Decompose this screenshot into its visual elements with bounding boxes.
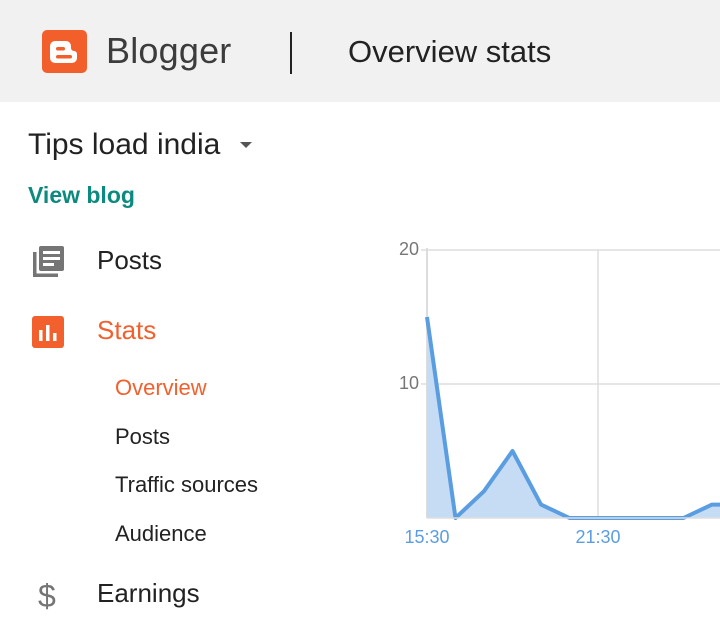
y-tick-label: 10 — [399, 373, 419, 393]
x-tick-label: 15:30 — [404, 527, 449, 547]
svg-text:$: $ — [38, 578, 56, 614]
sidebar-item-earnings[interactable]: $ Earnings — [28, 575, 200, 615]
page-title: Overview stats — [348, 34, 552, 69]
sidebar-item-earnings-label: Earnings — [97, 578, 200, 608]
sidebar-item-posts[interactable]: Posts — [28, 242, 162, 282]
sidebar-item-posts-label: Posts — [97, 245, 163, 275]
series-area — [427, 317, 720, 518]
view-blog-link[interactable]: View blog — [28, 182, 135, 209]
blogger-logo-icon[interactable] — [42, 30, 87, 73]
stats-bar-chart-icon — [28, 312, 68, 352]
sidebar-subitem-traffic-sources[interactable]: Traffic sources — [115, 472, 258, 498]
blog-selector-dropdown[interactable]: Tips load india — [28, 128, 253, 162]
sidebar-subitem-posts[interactable]: Posts — [115, 424, 170, 450]
blog-name: Tips load india — [28, 128, 221, 161]
sidebar-item-stats-label: Stats — [97, 315, 157, 345]
sidebar-subitem-audience[interactable]: Audience — [115, 521, 207, 547]
sidebar-item-stats[interactable]: Stats — [28, 312, 156, 352]
caret-down-icon — [240, 142, 253, 148]
y-tick-label: 20 — [399, 239, 419, 259]
dollar-icon: $ — [28, 575, 68, 615]
series-line — [425, 316, 720, 520]
sidebar-subitem-overview[interactable]: Overview — [115, 375, 207, 401]
header-divider — [290, 32, 292, 74]
posts-icon — [28, 242, 68, 282]
x-tick-label: 21:30 — [575, 527, 620, 547]
overview-pageviews-chart: 20 10 15:30 21:30 — [399, 239, 720, 547]
top-bar: Blogger Overview stats — [0, 0, 720, 102]
brand-name: Blogger — [106, 30, 232, 71]
